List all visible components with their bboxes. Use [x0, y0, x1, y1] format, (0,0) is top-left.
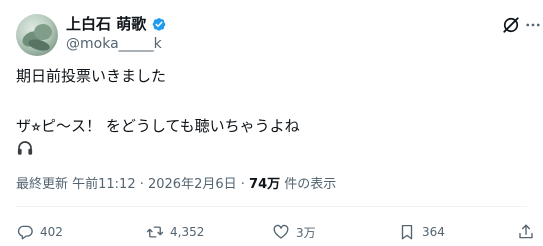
reply-button[interactable]: 402: [16, 220, 63, 244]
avatar[interactable]: [16, 14, 58, 56]
repost-icon: [146, 226, 164, 238]
verified-badge-icon: [150, 15, 168, 33]
post-text-line-1: 期日前投票いきました: [16, 67, 167, 85]
post-meta: 最終更新 午前11:12 · 2026年2月6日 · 74万 件の表示: [16, 176, 336, 194]
view-count: 74万: [249, 177, 281, 192]
headphones-icon: [16, 139, 34, 157]
post-card: 上白石 萌歌 @moka_____k 期日前投票いきました ザ⭐︎ピ〜ス！ をど…: [0, 0, 543, 246]
share-button[interactable]: [517, 220, 535, 244]
post-text-line-2: ザ⭐︎ピ〜ス！ をどうしても聴いちゃうよね: [16, 117, 300, 135]
like-icon: [273, 224, 289, 239]
bookmark-count: 364: [422, 225, 445, 239]
more-icon[interactable]: [524, 14, 542, 36]
like-count: 3万: [296, 225, 316, 240]
author-handle[interactable]: @moka_____k: [66, 35, 162, 53]
share-icon: [519, 224, 533, 239]
post-timestamp[interactable]: 最終更新 午前11:12 · 2026年2月6日 ·: [16, 176, 249, 194]
repost-count: 4,352: [170, 225, 205, 239]
bookmark-icon: [401, 224, 413, 240]
repost-button[interactable]: 4,352: [146, 220, 204, 244]
grok-icon[interactable]: [500, 14, 522, 36]
reply-icon: [17, 225, 33, 240]
view-count-suffix: 件の表示: [280, 177, 337, 192]
divider: [16, 206, 527, 207]
author-display-name[interactable]: 上白石 萌歌: [66, 14, 146, 34]
reply-count: 402: [40, 225, 63, 239]
author-name-row: 上白石 萌歌: [66, 14, 168, 34]
bookmark-button[interactable]: 364: [398, 220, 445, 244]
like-button[interactable]: 3万: [272, 220, 316, 244]
